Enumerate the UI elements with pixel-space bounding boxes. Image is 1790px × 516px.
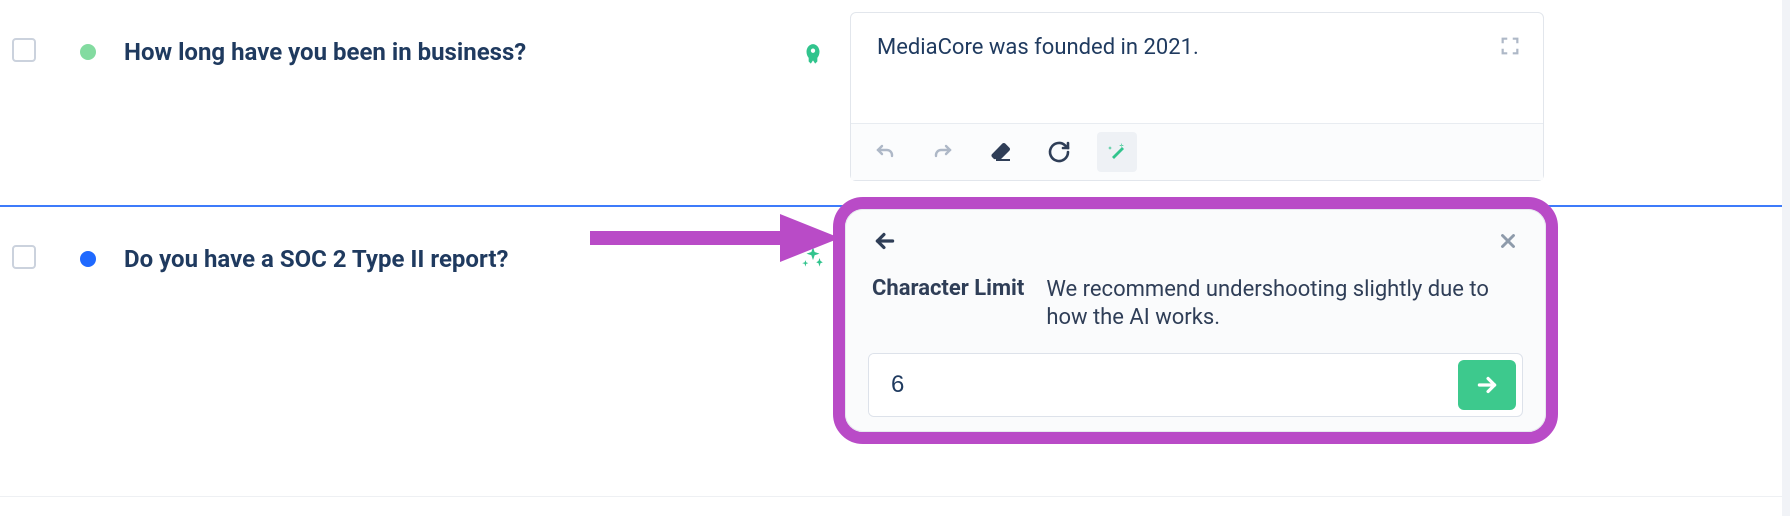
checkbox[interactable] (12, 245, 36, 269)
sparkle-icon[interactable] (800, 245, 826, 271)
rocket-icon[interactable] (800, 42, 826, 68)
popover-hint: We recommend undershooting slightly due … (1046, 276, 1519, 331)
undo-button[interactable] (865, 132, 905, 172)
character-limit-input[interactable] (869, 354, 1452, 416)
status-dot (80, 251, 96, 267)
answer-toolbar (851, 123, 1543, 180)
answer-text: MediaCore was founded in 2021. (877, 35, 1199, 60)
status-dot (80, 44, 96, 60)
eraser-button[interactable] (981, 132, 1021, 172)
character-limit-input-row (868, 353, 1523, 417)
popover-title: Character Limit (872, 276, 1024, 301)
scrollbar-track[interactable] (1782, 0, 1790, 516)
checkbox[interactable] (12, 38, 36, 62)
refresh-button[interactable] (1039, 132, 1079, 172)
answer-panel: MediaCore was founded in 2021. (850, 12, 1544, 181)
close-button[interactable] (1493, 226, 1523, 256)
answer-editor[interactable]: MediaCore was founded in 2021. (851, 13, 1543, 123)
back-button[interactable] (868, 224, 902, 258)
submit-button[interactable] (1458, 360, 1516, 410)
character-limit-popover: Character Limit We recommend undershooti… (845, 209, 1546, 432)
expand-icon[interactable] (1499, 35, 1521, 57)
redo-button[interactable] (923, 132, 963, 172)
character-limit-popover-highlight: Character Limit We recommend undershooti… (833, 197, 1558, 444)
magic-wand-button[interactable] (1097, 132, 1137, 172)
